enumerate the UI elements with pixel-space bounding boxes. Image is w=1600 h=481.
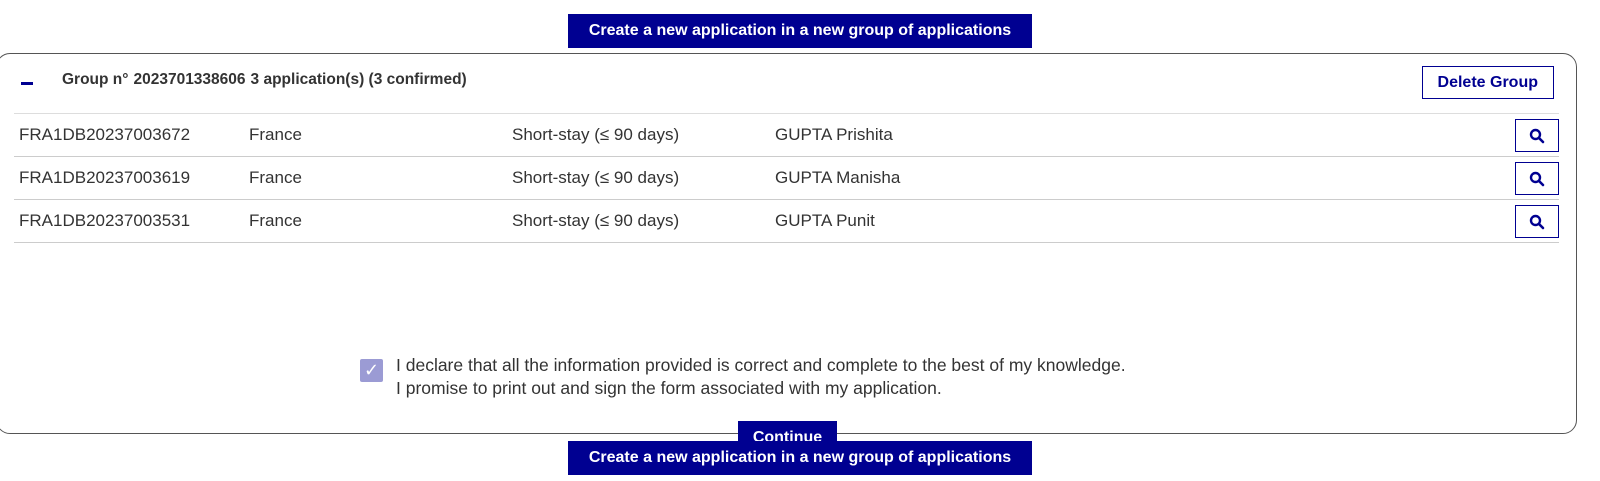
create-new-group-button-bottom[interactable]: Create a new application in a new group … xyxy=(568,441,1032,475)
application-applicant: GUPTA Prishita xyxy=(775,125,893,144)
search-icon xyxy=(1529,128,1545,143)
delete-group-button[interactable]: Delete Group xyxy=(1421,66,1554,99)
application-reference: FRA1DB20237003672 xyxy=(19,125,191,144)
declaration-line-2: I promise to print out and sign the form… xyxy=(396,378,942,398)
search-icon xyxy=(1529,171,1545,186)
group-title: Group n° 2023701338606 3 application(s) (3… xyxy=(62,71,472,89)
view-application-button[interactable] xyxy=(1515,205,1559,238)
table-row: FRA1DB20237003619 France Short-stay (≤ 9… xyxy=(14,157,1559,200)
table-row: FRA1DB20237003531 France Short-stay (≤ 9… xyxy=(14,200,1559,243)
application-applicant: GUPTA Manisha xyxy=(775,168,901,187)
create-new-group-button-top[interactable]: Create a new application in a new group … xyxy=(568,14,1032,48)
declaration: ✓ I declare that all the information pro… xyxy=(360,354,1126,400)
view-application-button[interactable] xyxy=(1515,119,1559,152)
application-group-panel: Group n° 2023701338606 3 application(s) (3… xyxy=(0,53,1577,454)
check-icon: ✓ xyxy=(363,360,380,380)
top-action-bar: Create a new application in a new group … xyxy=(0,14,1600,48)
view-application-button[interactable] xyxy=(1515,162,1559,195)
table-row: FRA1DB20237003672 France Short-stay (≤ 9… xyxy=(14,114,1559,157)
application-reference: FRA1DB20237003531 xyxy=(19,211,191,230)
minus-icon[interactable] xyxy=(21,82,33,85)
declaration-text: I declare that all the information provi… xyxy=(396,354,1126,400)
applications-table: FRA1DB20237003672 France Short-stay (≤ 9… xyxy=(14,113,1559,243)
group-number: 2023701338606 xyxy=(133,71,246,88)
search-icon xyxy=(1529,214,1545,229)
application-country: France xyxy=(249,125,302,144)
application-visa-type: Short-stay (≤ 90 days) xyxy=(512,125,680,144)
application-applicant: GUPTA Punit xyxy=(775,211,875,230)
application-reference: FRA1DB20237003619 xyxy=(19,168,191,187)
application-country: France xyxy=(249,211,302,230)
group-header: Group n° 2023701338606 3 application(s) (3… xyxy=(0,54,1576,114)
application-visa-type: Short-stay (≤ 90 days) xyxy=(512,211,680,230)
application-visa-type: Short-stay (≤ 90 days) xyxy=(512,168,680,187)
bottom-action-bar: Create a new application in a new group … xyxy=(0,441,1600,475)
group-count: 3 application(s) (3 confirmed) xyxy=(250,71,467,88)
application-country: France xyxy=(249,168,302,187)
group-title-prefix: Group n° xyxy=(62,71,129,88)
declaration-checkbox[interactable]: ✓ xyxy=(360,359,383,382)
declaration-line-1: I declare that all the information provi… xyxy=(396,355,1126,375)
